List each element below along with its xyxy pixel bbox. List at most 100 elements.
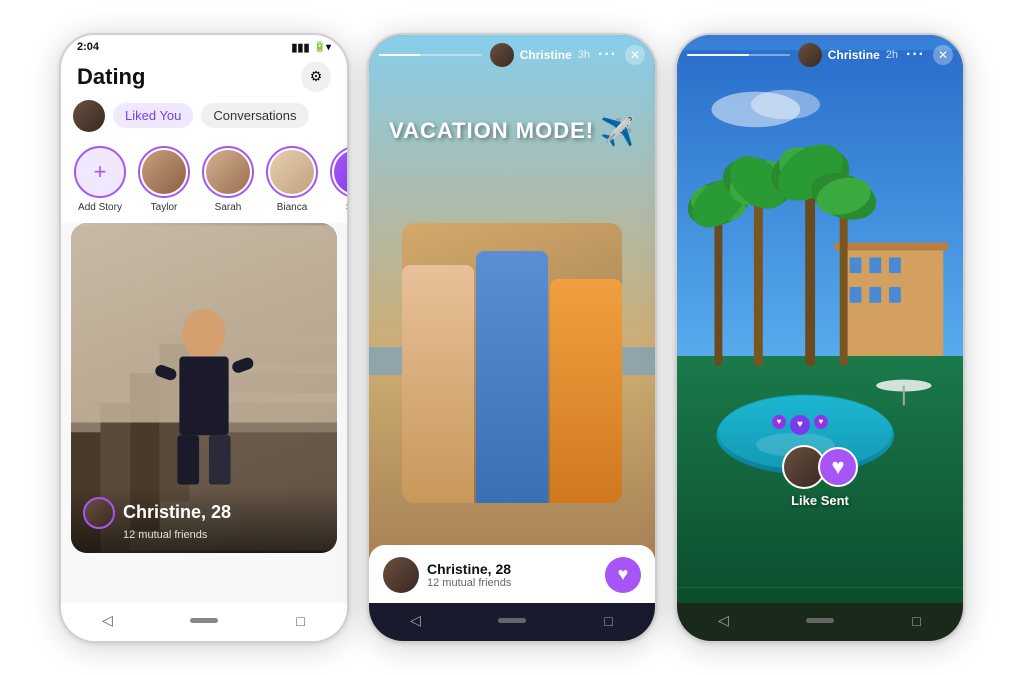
status-icons-1: ▮▮▮ 🔋▾	[291, 41, 331, 54]
story-avatar-bianca[interactable]	[266, 146, 318, 198]
taylor-avatar-img	[142, 150, 186, 194]
more-button-2[interactable]: ···	[598, 46, 617, 64]
heart-bubble-2: ♥	[790, 415, 810, 435]
resort-bg	[677, 35, 963, 603]
app-header: Dating ⚙	[61, 56, 347, 96]
battery-icon: 🔋▾	[314, 42, 331, 53]
sarah-avatar-img	[206, 150, 250, 194]
story-bottom-info-2: Christine, 28 12 mutual friends	[383, 557, 511, 593]
tab-liked-you[interactable]: Liked You	[113, 103, 193, 128]
story-top-bar-2: Christine 3h ··· ✕	[369, 35, 655, 71]
story-avatar-2	[490, 43, 514, 67]
story-avatar-sarah[interactable]	[202, 146, 254, 198]
story-bottom-text: Christine, 28 12 mutual friends	[427, 561, 511, 589]
tab-conversations[interactable]: Conversations	[201, 103, 308, 128]
phone-1: 2:04 ▮▮▮ 🔋▾ Dating ⚙ Liked You Conversat…	[59, 33, 349, 643]
story-bianca[interactable]: Bianca	[265, 146, 319, 213]
status-bar-1: 2:04 ▮▮▮ 🔋▾	[61, 35, 347, 56]
profile-name: Christine, 28	[123, 502, 231, 523]
signal-icon: ▮▮▮	[291, 41, 309, 54]
profile-card[interactable]: Christine, 28 12 mutual friends	[71, 223, 337, 553]
app-title: Dating	[77, 64, 145, 90]
story-user-info-2: Christine 3h	[490, 43, 590, 67]
sarah-label: Sarah	[215, 202, 242, 213]
story-time-3: 2h	[886, 49, 898, 61]
more-button-3[interactable]: ···	[906, 46, 925, 64]
story-time-2: 3h	[578, 49, 590, 61]
home-button-1[interactable]	[190, 618, 218, 623]
profile-info-overlay: Christine, 28 12 mutual friends	[71, 487, 337, 553]
story-sarah[interactable]: Sarah	[201, 146, 255, 213]
like-sent-avatars-container: ♥ ♥ ♥ ♥	[782, 445, 858, 489]
bottom-nav-2: ◁ □	[369, 603, 655, 641]
story-bottom-name: Christine, 28	[427, 561, 511, 577]
story-user-name-2: Christine	[520, 48, 572, 62]
story-avatar-sp[interactable]	[330, 146, 347, 198]
status-time-1: 2:04	[77, 41, 99, 53]
stories-row: + Add Story Taylor Sarah	[61, 140, 347, 223]
woman-2	[476, 251, 548, 503]
story-sp[interactable]: Sp...	[329, 146, 347, 213]
like-sent-overlay: ♥ ♥ ♥ ♥ Like Sent	[782, 445, 858, 508]
resort-scene-svg	[677, 35, 963, 603]
story-taylor[interactable]: Taylor	[137, 146, 191, 213]
progress-fill-3	[687, 54, 749, 56]
settings-button[interactable]: ⚙	[301, 62, 331, 92]
story-avatar-3	[798, 43, 822, 67]
woman-3	[550, 279, 622, 503]
back-button-3[interactable]: ◁	[713, 611, 733, 631]
story-content-2: Christine 3h ··· ✕ VACATION MODE! ✈️	[369, 35, 655, 603]
home-button-3[interactable]	[806, 618, 834, 623]
bottom-nav-1: ◁ □	[61, 603, 347, 641]
story-user-name-3: Christine	[828, 48, 880, 62]
sp-label: Sp...	[346, 202, 347, 213]
progress-bar-3	[687, 54, 790, 56]
story-text-overlay-2: VACATION MODE! ✈️	[369, 115, 655, 148]
profile-mutual: 12 mutual friends	[123, 529, 325, 541]
story-bottom-avatar-2	[383, 557, 419, 593]
plane-emoji: ✈️	[600, 115, 635, 148]
like-sent-heart-icon: ♥	[818, 447, 858, 487]
like-sent-label: Like Sent	[791, 493, 849, 508]
profile-name-row: Christine, 28	[83, 497, 325, 529]
tabs-row: Liked You Conversations	[61, 96, 347, 140]
home-button-2[interactable]	[498, 618, 526, 623]
sp-avatar-img	[334, 150, 347, 194]
story-user-info-3: Christine 2h	[798, 43, 898, 67]
bianca-label: Bianca	[277, 202, 308, 213]
progress-fill-2	[379, 54, 420, 56]
bianca-avatar-img	[270, 150, 314, 194]
add-story-label: Add Story	[78, 202, 122, 213]
back-button-1[interactable]: ◁	[97, 611, 117, 631]
phone-2: Christine 3h ··· ✕ VACATION MODE! ✈️	[367, 33, 657, 643]
like-button-2[interactable]: ♥	[605, 557, 641, 593]
tab-avatar[interactable]	[73, 100, 105, 132]
add-story-avatar[interactable]: +	[74, 146, 126, 198]
close-button-2[interactable]: ✕	[625, 45, 645, 65]
phone-3: Christine 2h ··· ✕ ♥ ♥ ♥ ♥ Like Sent	[675, 33, 965, 643]
bottom-nav-3: ◁ □	[677, 603, 963, 641]
heart-bubble-1: ♥	[772, 415, 786, 429]
story-top-bar-3: Christine 2h ··· ✕	[677, 35, 963, 71]
story-add[interactable]: + Add Story	[73, 146, 127, 213]
square-button-3[interactable]: □	[907, 611, 927, 631]
close-button-3[interactable]: ✕	[933, 45, 953, 65]
square-button-1[interactable]: □	[291, 611, 311, 631]
back-button-2[interactable]: ◁	[405, 611, 425, 631]
add-plus-icon: +	[94, 159, 107, 185]
women-silhouette	[402, 223, 622, 503]
phone1-app-content: Dating ⚙ Liked You Conversations + Add S…	[61, 56, 347, 603]
story-bottom-mutual: 12 mutual friends	[427, 577, 511, 589]
progress-bar-2	[379, 54, 482, 56]
vacation-text: VACATION MODE!	[389, 118, 594, 144]
square-button-2[interactable]: □	[599, 611, 619, 631]
heart-bubble-3: ♥	[814, 415, 828, 429]
woman-1	[402, 265, 474, 503]
story-avatar-taylor[interactable]	[138, 146, 190, 198]
people-group	[402, 223, 622, 503]
taylor-label: Taylor	[151, 202, 178, 213]
heart-bubbles: ♥ ♥ ♥	[772, 415, 828, 435]
story-bottom-card-2: Christine, 28 12 mutual friends ♥	[369, 545, 655, 603]
profile-mini-avatar	[83, 497, 115, 529]
story-content-3: Christine 2h ··· ✕ ♥ ♥ ♥ ♥ Like Sent	[677, 35, 963, 603]
